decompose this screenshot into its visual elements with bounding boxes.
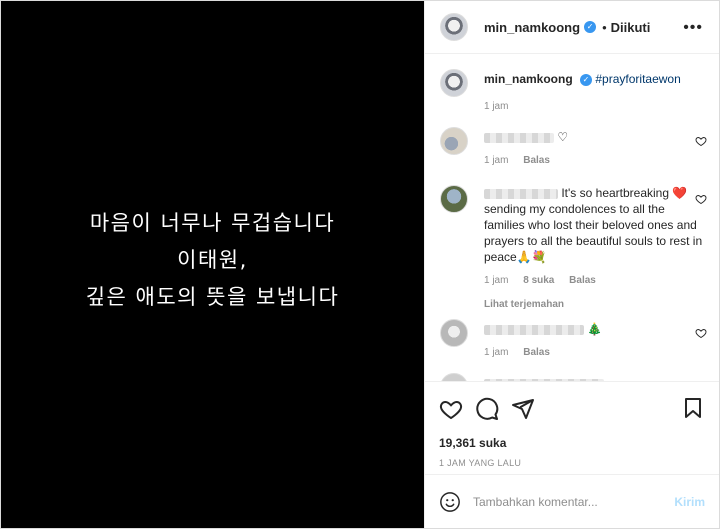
like-comment-heart-icon[interactable]	[695, 327, 707, 339]
comments-list[interactable]: min_namkoong ✓ #prayforitaewon 1 jam ♡ 1…	[425, 55, 719, 381]
image-line-2: 이태원,	[177, 248, 248, 272]
author-username[interactable]: min_namkoong	[484, 20, 580, 35]
verified-badge-icon: ✓	[584, 21, 597, 33]
blurred-username	[484, 324, 584, 335]
see-translation-link[interactable]: Lihat terjemahan	[484, 299, 564, 310]
post-image[interactable]: 마음이 너무나 무겁습니다 이태원, 깊은 애도의 뜻을 보냅니다	[1, 1, 424, 528]
post-sidebar: min_namkoong ✓ • Diikuti ••• min_namkoon…	[424, 1, 719, 528]
emoji-smiley-icon[interactable]	[439, 491, 461, 513]
caption-username[interactable]: min_namkoong	[484, 72, 573, 86]
comment-text: 🎄	[587, 322, 603, 336]
more-options-icon[interactable]: •••	[683, 19, 703, 37]
comment-time: 1 jam	[484, 347, 509, 358]
comment-input[interactable]	[473, 494, 675, 509]
commenter-avatar[interactable]	[440, 373, 468, 381]
comment-bubble-icon[interactable]	[475, 397, 499, 421]
comment-item: It's so heartbreaking ❤️ sending my cond…	[440, 185, 719, 313]
follow-status-button[interactable]: Diikuti	[611, 20, 651, 35]
share-send-icon[interactable]	[511, 397, 535, 421]
verified-badge-icon: ✓	[580, 73, 593, 86]
comment-item: ♡ 1 jam Balas	[440, 127, 719, 169]
like-comment-heart-icon[interactable]	[695, 135, 707, 147]
reply-button[interactable]: Balas	[523, 155, 550, 166]
caption-avatar[interactable]	[440, 69, 468, 97]
comment-item-partial	[440, 373, 719, 381]
post-header: min_namkoong ✓ • Diikuti •••	[425, 1, 719, 54]
comment-time: 1 jam	[484, 275, 509, 286]
blurred-username	[484, 132, 554, 143]
instagram-post: 마음이 너무나 무겁습니다 이태원, 깊은 애도의 뜻을 보냅니다 min_na…	[0, 0, 720, 529]
commenter-avatar[interactable]	[440, 185, 468, 213]
posted-time: 1 JAM YANG LALU	[439, 458, 522, 468]
caption-hashtag[interactable]: #prayforitaewon	[595, 72, 680, 86]
post-actions: 19,361 suka 1 JAM YANG LALU	[425, 381, 719, 468]
separator: •	[602, 19, 607, 35]
image-line-3: 깊은 애도의 뜻을 보냅니다	[85, 285, 340, 309]
commenter-avatar[interactable]	[440, 319, 468, 347]
add-comment-bar: Kirim	[425, 474, 719, 528]
save-bookmark-icon[interactable]	[681, 396, 705, 420]
author-avatar[interactable]	[440, 13, 468, 41]
comment-likes[interactable]: 8 suka	[523, 275, 554, 286]
reply-button[interactable]: Balas	[569, 275, 596, 286]
post-image-text: 마음이 너무나 무겁습니다 이태원, 깊은 애도의 뜻을 보냅니다	[1, 205, 424, 316]
comment-item: 🎄 1 jam Balas	[440, 319, 719, 361]
caption-time: 1 jam	[484, 101, 509, 112]
like-heart-icon[interactable]	[439, 397, 463, 421]
like-count[interactable]: 19,361 suka	[439, 436, 705, 450]
send-comment-button[interactable]: Kirim	[674, 495, 705, 509]
reply-button[interactable]: Balas	[523, 347, 550, 358]
comment-time: 1 jam	[484, 155, 509, 166]
blurred-username	[484, 188, 558, 199]
image-line-1: 마음이 너무나 무겁습니다	[89, 211, 336, 235]
like-comment-heart-icon[interactable]	[695, 193, 707, 205]
caption: min_namkoong ✓ #prayforitaewon 1 jam	[440, 69, 719, 115]
heart-emoji-icon: ♡	[557, 130, 569, 144]
commenter-avatar[interactable]	[440, 127, 468, 155]
